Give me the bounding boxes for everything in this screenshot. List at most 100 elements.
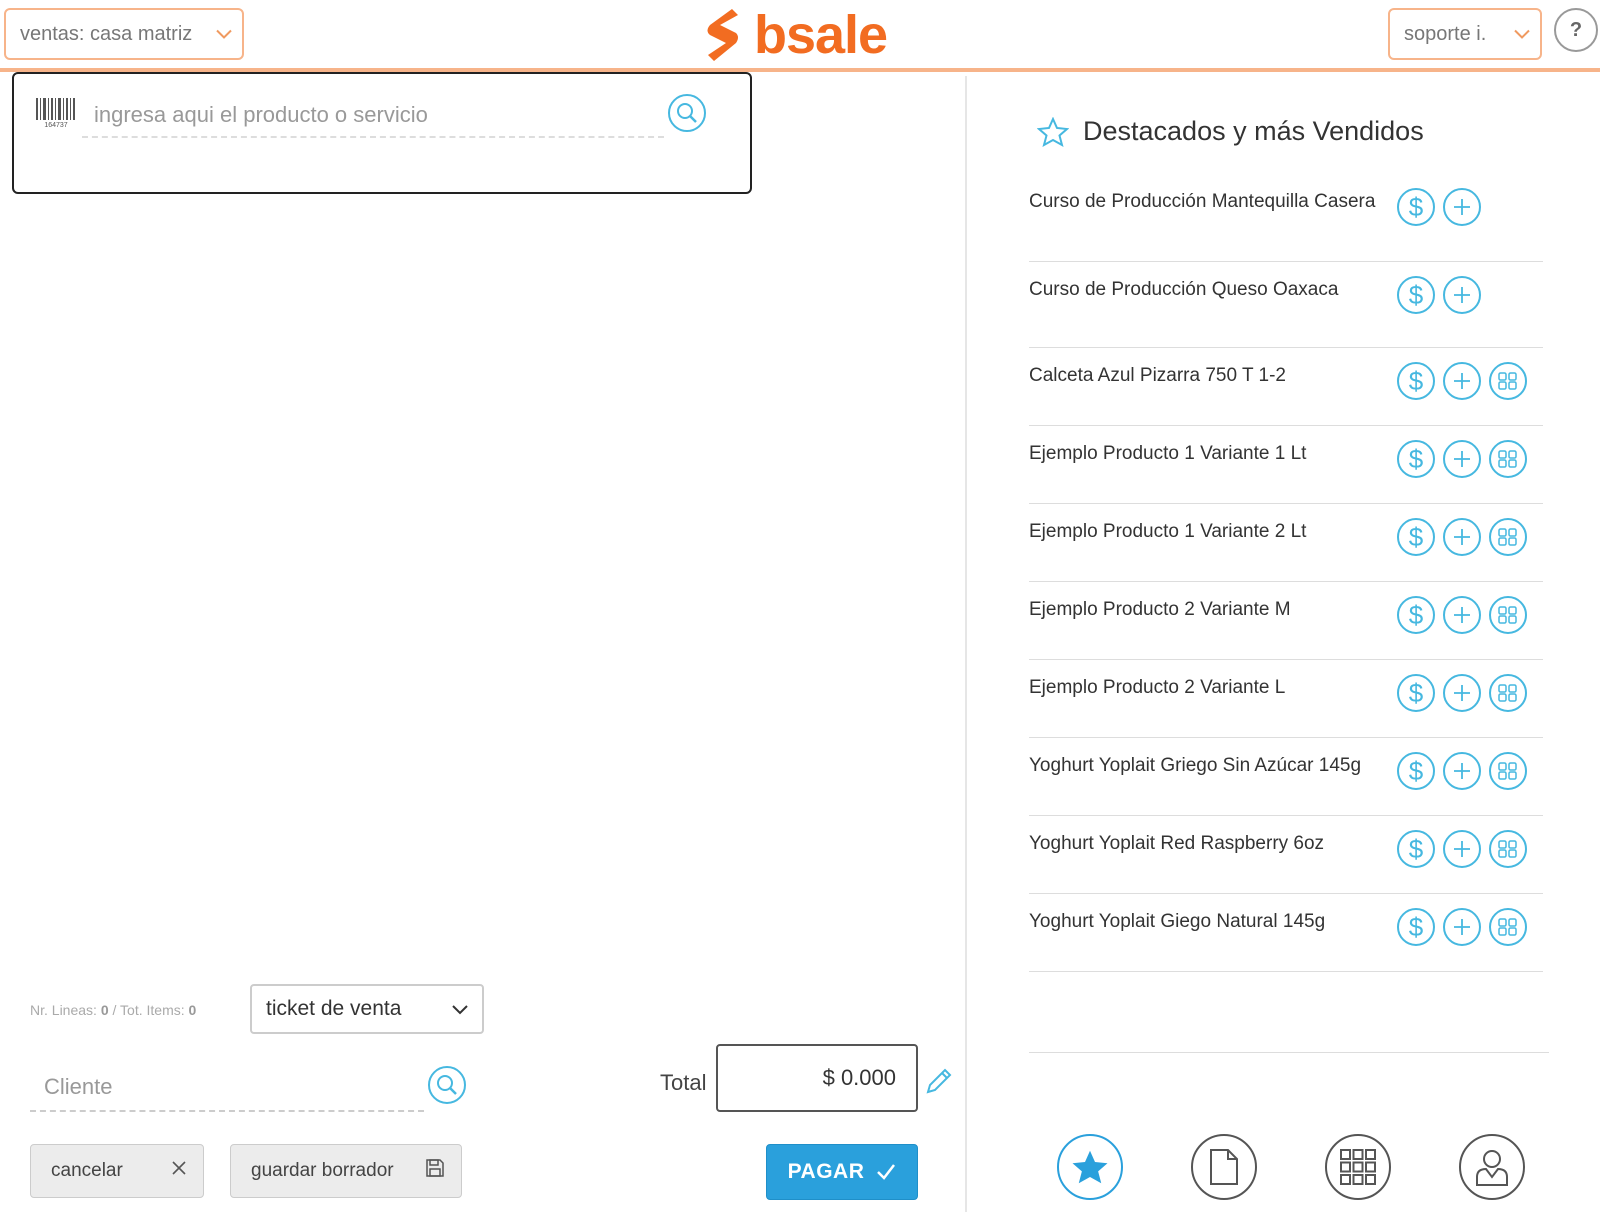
price-button[interactable]: $ [1397, 362, 1435, 400]
add-product-button[interactable] [1443, 188, 1481, 226]
client-search-button[interactable] [428, 1066, 466, 1104]
product-name[interactable]: Curso de Producción Queso Oaxaca [1029, 278, 1379, 302]
variants-icon [1498, 528, 1517, 546]
product-actions: $ [1397, 674, 1527, 712]
product-row: Yoghurt Yoplait Giego Natural 145g $ [1029, 894, 1543, 972]
product-row: Ejemplo Producto 2 Variante M $ [1029, 582, 1543, 660]
product-row: Curso de Producción Mantequilla Casera $ [1029, 174, 1543, 262]
items-value: 0 [188, 1002, 197, 1018]
variants-button[interactable] [1489, 830, 1527, 868]
nav-customer-button[interactable] [1459, 1134, 1525, 1200]
price-button[interactable]: $ [1397, 596, 1435, 634]
product-name[interactable]: Ejemplo Producto 2 Variante M [1029, 598, 1379, 622]
count-separator: / [112, 1002, 117, 1018]
product-row: Ejemplo Producto 1 Variante 2 Lt $ [1029, 504, 1543, 582]
price-button[interactable]: $ [1397, 830, 1435, 868]
edit-total-button[interactable] [924, 1066, 954, 1096]
client-input[interactable] [30, 1064, 424, 1112]
product-name[interactable]: Ejemplo Producto 2 Variante L [1029, 676, 1379, 700]
document-type-select[interactable]: ticket de venta [250, 984, 484, 1034]
nav-featured-button[interactable] [1057, 1134, 1123, 1200]
product-name[interactable]: Yoghurt Yoplait Giego Natural 145g [1029, 910, 1379, 934]
product-name[interactable]: Yoghurt Yoplait Red Raspberry 6oz [1029, 832, 1379, 856]
chevron-down-icon [216, 24, 232, 45]
list-divider [1029, 1052, 1549, 1053]
product-actions: $ [1397, 362, 1527, 400]
price-button[interactable]: $ [1397, 518, 1435, 556]
product-name[interactable]: Ejemplo Producto 1 Variante 1 Lt [1029, 442, 1379, 466]
pay-label: PAGAR [787, 1160, 865, 1183]
price-button[interactable]: $ [1397, 188, 1435, 226]
document-icon [1210, 1149, 1238, 1185]
add-product-button[interactable] [1443, 518, 1481, 556]
variants-icon [1498, 684, 1517, 702]
search-icon [677, 103, 697, 123]
help-button[interactable]: ? [1554, 8, 1598, 52]
user-select[interactable]: soporte i. [1388, 8, 1542, 60]
svg-text:$: $ [1409, 601, 1424, 629]
svg-text:$: $ [1409, 679, 1424, 707]
product-search-button[interactable] [668, 94, 706, 132]
check-icon [877, 1164, 896, 1180]
product-actions: $ [1397, 752, 1527, 790]
variants-icon [1498, 918, 1517, 936]
featured-panel: Destacados y más Vendidos Curso de Produ… [969, 76, 1600, 1212]
product-row: Yoghurt Yoplait Red Raspberry 6oz $ [1029, 816, 1543, 894]
svg-text:$: $ [1409, 367, 1424, 395]
items-label: Tot. Items: [120, 1002, 185, 1018]
nav-catalog-button[interactable] [1325, 1134, 1391, 1200]
barcode-icon[interactable]: 164737 [36, 98, 76, 129]
price-button[interactable]: $ [1397, 674, 1435, 712]
price-button[interactable]: $ [1397, 752, 1435, 790]
add-product-button[interactable] [1443, 752, 1481, 790]
close-icon [171, 1160, 187, 1182]
price-button[interactable]: $ [1397, 276, 1435, 314]
add-product-button[interactable] [1443, 440, 1481, 478]
add-product-button[interactable] [1443, 908, 1481, 946]
cancel-button[interactable]: cancelar [30, 1144, 204, 1198]
svg-text:$: $ [1409, 445, 1424, 473]
pay-button[interactable]: PAGAR [766, 1144, 918, 1200]
variants-icon [1498, 450, 1517, 468]
add-product-button[interactable] [1443, 596, 1481, 634]
add-product-button[interactable] [1443, 830, 1481, 868]
top-header: ventas: casa matriz bsale soporte i. ? [0, 0, 1600, 72]
product-search-box: 164737 [12, 72, 752, 194]
variants-button[interactable] [1489, 908, 1527, 946]
product-row: Curso de Producción Queso Oaxaca $ [1029, 262, 1543, 348]
total-value: $ 0.000 [716, 1044, 918, 1112]
variants-button[interactable] [1489, 518, 1527, 556]
plus-icon [1454, 529, 1470, 545]
user-icon [1476, 1150, 1508, 1186]
lines-value: 0 [100, 1002, 109, 1018]
price-button[interactable]: $ [1397, 440, 1435, 478]
user-select-label: soporte i. [1404, 22, 1487, 45]
price-button[interactable]: $ [1397, 908, 1435, 946]
product-search-input[interactable] [82, 94, 664, 138]
store-select[interactable]: ventas: casa matriz [4, 8, 244, 60]
variants-icon [1498, 840, 1517, 858]
variants-button[interactable] [1489, 596, 1527, 634]
dollar-icon: $ [1409, 367, 1424, 395]
variants-icon [1498, 372, 1517, 390]
product-name[interactable]: Calceta Azul Pizarra 750 T 1-2 [1029, 364, 1379, 388]
search-icon [437, 1075, 457, 1095]
add-product-button[interactable] [1443, 362, 1481, 400]
save-draft-button[interactable]: guardar borrador [230, 1144, 462, 1198]
product-row: Ejemplo Producto 2 Variante L $ [1029, 660, 1543, 738]
product-name[interactable]: Yoghurt Yoplait Griego Sin Azúcar 145g [1029, 754, 1379, 778]
variants-button[interactable] [1489, 674, 1527, 712]
add-product-button[interactable] [1443, 276, 1481, 314]
variants-button[interactable] [1489, 362, 1527, 400]
product-name[interactable]: Ejemplo Producto 1 Variante 2 Lt [1029, 520, 1379, 544]
document-type-label: ticket de venta [266, 997, 402, 1020]
product-name[interactable]: Curso de Producción Mantequilla Casera [1029, 190, 1379, 214]
add-product-button[interactable] [1443, 674, 1481, 712]
product-actions: $ [1397, 596, 1527, 634]
nav-documents-button[interactable] [1191, 1134, 1257, 1200]
chevron-down-icon [1514, 24, 1530, 45]
bottom-nav [969, 1134, 1600, 1204]
lines-label: Nr. Lineas: [30, 1002, 97, 1018]
variants-button[interactable] [1489, 752, 1527, 790]
variants-button[interactable] [1489, 440, 1527, 478]
